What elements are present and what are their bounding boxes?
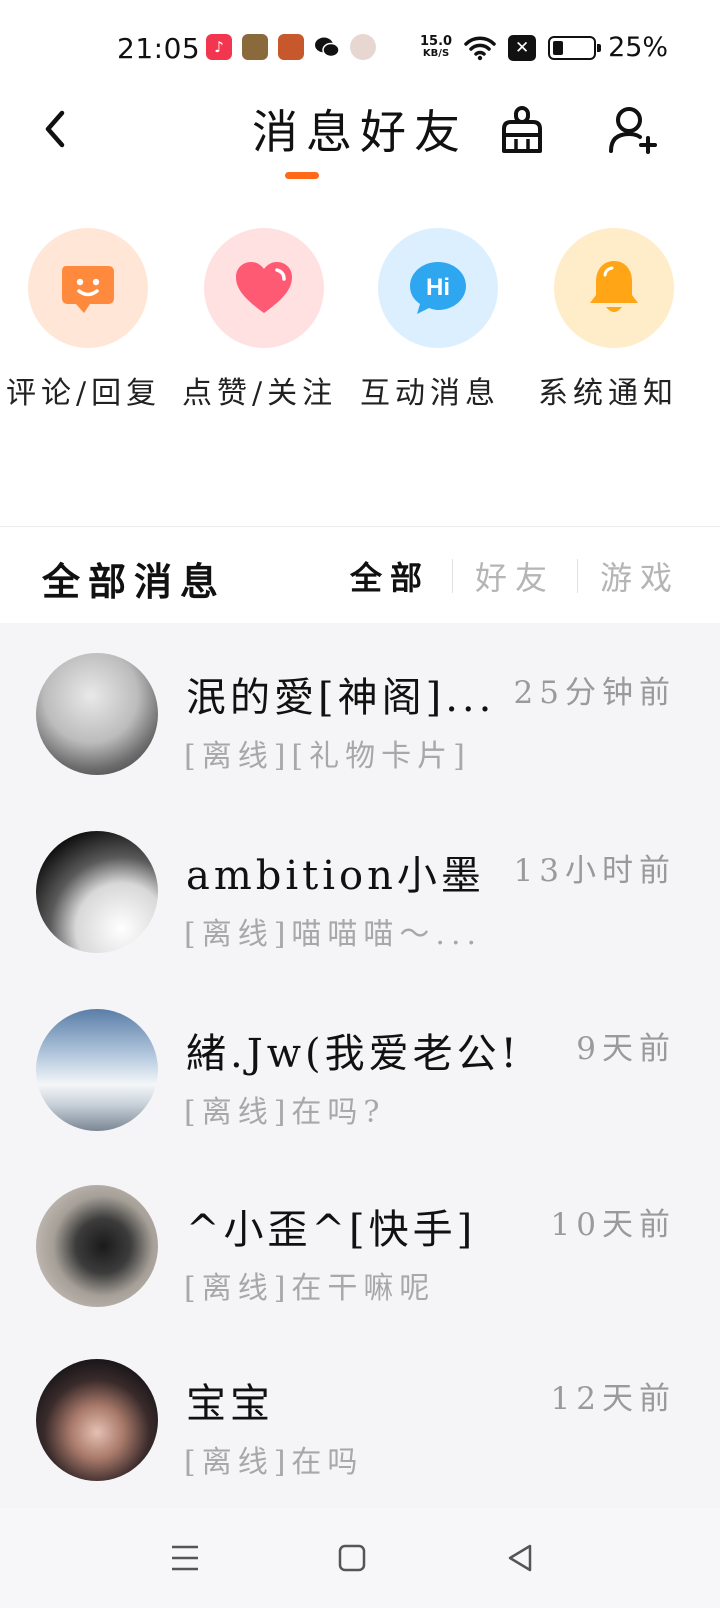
network-speed: 15.0 KB/S	[420, 33, 453, 59]
home-button[interactable]	[332, 1538, 372, 1578]
back-button[interactable]	[30, 104, 80, 154]
svg-text:Hi: Hi	[426, 274, 450, 301]
interaction-circle[interactable]: Hi	[378, 228, 498, 348]
message-time: 9天前	[576, 1031, 676, 1067]
square-icon	[338, 1544, 366, 1572]
add-user-icon	[609, 107, 657, 154]
wifi-icon	[464, 36, 496, 60]
category-shortcuts: 评论/回复 点赞/关注 Hi 互动消息 系统通知	[0, 220, 720, 510]
no-sim-icon: ✕	[508, 34, 537, 61]
filter-tab-friends[interactable]: 好友	[453, 553, 577, 599]
message-row[interactable]: 緒.Jw(我爱老公!) 9天前 [离线]在吗?	[0, 979, 720, 1157]
chevron-left-icon	[45, 110, 65, 148]
avatar[interactable]	[36, 1009, 158, 1131]
contact-name: ^小歪^[快手]	[186, 1207, 477, 1253]
contact-name: ambition小墨	[186, 853, 485, 899]
back-nav-button[interactable]	[500, 1538, 540, 1578]
wechat-icon	[314, 34, 340, 60]
contact-name: 緒.Jw(我爱老公!)	[186, 1031, 516, 1077]
heart-icon	[236, 262, 292, 313]
comment-reply-circle[interactable]	[28, 228, 148, 348]
battery-percent: 25%	[608, 32, 669, 63]
message-row[interactable]: 宝宝 12天前 [离线]在吗	[0, 1329, 720, 1507]
message-list: 泯的愛[神阁]... 25分钟前 [离线][礼物卡片] ambition小墨 1…	[0, 623, 720, 1508]
broom-icon	[502, 106, 542, 153]
messages-filter-bar: 全部消息 全部 好友 游戏	[0, 527, 720, 623]
message-time: 25分钟前	[513, 675, 676, 711]
app-header: 消息好友	[0, 96, 720, 196]
contact-name: 泯的愛[神阁]...	[186, 675, 496, 721]
category-label: 互动消息	[360, 376, 500, 411]
battery-icon	[548, 35, 602, 60]
message-time: 10天前	[550, 1207, 676, 1243]
add-friend-button[interactable]	[604, 102, 660, 158]
message-preview: [离线]在吗	[184, 1445, 364, 1480]
clear-messages-button[interactable]	[494, 102, 550, 158]
page-title: 消息好友	[252, 105, 468, 159]
system-nav-bar	[0, 1508, 720, 1608]
avatar-app-icon	[350, 34, 376, 60]
menu-icon	[172, 1545, 198, 1571]
title-indicator	[285, 172, 319, 179]
message-preview: [离线]喵喵喵～...	[184, 917, 483, 952]
system-notice-circle[interactable]	[554, 228, 674, 348]
message-row[interactable]: 泯的愛[神阁]... 25分钟前 [离线][礼物卡片]	[0, 623, 720, 801]
contact-name: 宝宝	[186, 1381, 274, 1427]
section-title: 全部消息	[42, 559, 227, 604]
avatar[interactable]	[36, 653, 158, 775]
status-right: 15.0 KB/S ✕ 25%	[420, 32, 668, 63]
status-time: 21:05	[117, 32, 201, 65]
category-label: 点赞/关注	[182, 376, 338, 411]
avatar[interactable]	[36, 1185, 158, 1307]
avatar[interactable]	[36, 831, 158, 953]
message-row[interactable]: ^小歪^[快手] 10天前 [离线]在干嘛呢	[0, 1155, 720, 1333]
category-label: 系统通知	[538, 376, 678, 411]
game-app-icon	[242, 34, 268, 60]
message-preview: [离线]在干嘛呢	[184, 1271, 436, 1306]
bell-icon	[590, 261, 638, 312]
filter-tab-all[interactable]: 全部	[328, 553, 452, 599]
likes-follows-circle[interactable]	[204, 228, 324, 348]
game-app-icon-2	[278, 34, 304, 60]
filter-tab-games[interactable]: 游戏	[578, 553, 680, 599]
smile-chat-icon	[62, 266, 114, 313]
message-preview: [离线]在吗?	[184, 1095, 386, 1130]
triangle-back-icon	[508, 1544, 532, 1572]
message-time: 12天前	[550, 1381, 676, 1417]
category-label: 评论/回复	[6, 376, 162, 411]
menu-button[interactable]	[165, 1538, 205, 1578]
filter-tabs: 全部 好友 游戏	[328, 553, 680, 599]
message-preview: [离线][礼物卡片]	[184, 739, 471, 774]
hi-bubble-icon: Hi	[410, 262, 466, 314]
avatar[interactable]	[36, 1359, 158, 1481]
notification-icons: ♪	[206, 34, 376, 60]
music-app-icon: ♪	[206, 34, 232, 60]
message-row[interactable]: ambition小墨 13小时前 [离线]喵喵喵～...	[0, 801, 720, 979]
message-time: 13小时前	[513, 853, 676, 889]
status-bar: 21:05 ♪ 15.0 KB/S ✕ 25%	[0, 0, 720, 96]
